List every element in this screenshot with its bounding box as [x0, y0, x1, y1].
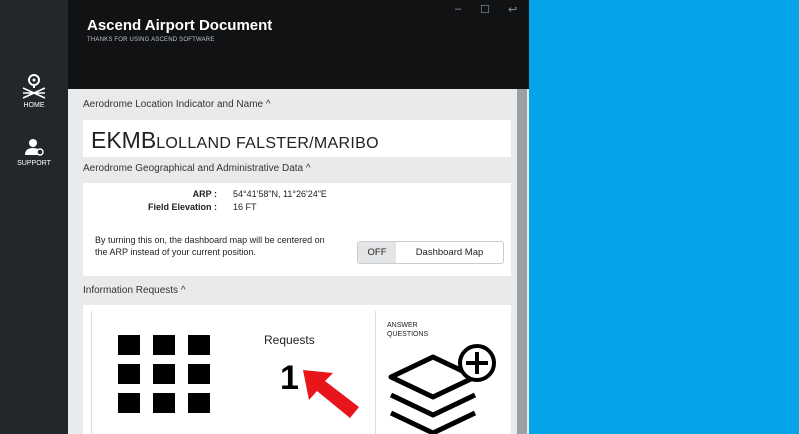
- requests-section-header[interactable]: Information Requests ^: [83, 285, 186, 296]
- requests-card: Requests 1 ANSWER QUESTIONS: [83, 305, 511, 434]
- location-card: EKMBLOLLAND FALSTER/MARIBO: [83, 120, 511, 157]
- dashboard-map-toggle[interactable]: OFF Dashboard Map: [357, 241, 504, 264]
- toggle-off-option[interactable]: OFF: [358, 242, 396, 263]
- grid-icon[interactable]: [118, 335, 210, 415]
- toggle-dashboard-map-option[interactable]: Dashboard Map: [396, 242, 503, 263]
- answer-label-line: ANSWER: [387, 322, 418, 329]
- geo-section-header[interactable]: Aerodrome Geographical and Administrativ…: [83, 163, 311, 174]
- arp-label: ARP :: [192, 189, 217, 199]
- sidebar: HOME SUPPORT: [0, 0, 68, 434]
- sidebar-item-support[interactable]: SUPPORT: [0, 137, 68, 167]
- field-elevation-value: 16 FT: [233, 202, 257, 212]
- add-layers-icon[interactable]: [387, 339, 497, 434]
- app-window: HOME SUPPORT – ☐ ↩ Ascend Airport Docume…: [0, 0, 529, 434]
- app-header: – ☐ ↩ Ascend Airport Document THANKS FOR…: [68, 0, 529, 89]
- divider: [375, 311, 376, 434]
- location-section-header[interactable]: Aerodrome Location Indicator and Name ^: [83, 99, 271, 110]
- sidebar-item-home[interactable]: HOME: [0, 73, 68, 109]
- home-icon: [22, 74, 46, 99]
- answer-questions-label: ANSWER QUESTIONS: [387, 321, 428, 339]
- arrow-icon: [303, 370, 359, 418]
- restore-button[interactable]: ↩: [508, 3, 517, 16]
- main-content: Aerodrome Location Indicator and Name ^ …: [68, 89, 529, 434]
- sidebar-item-label: HOME: [23, 102, 45, 109]
- support-icon: [25, 139, 44, 156]
- app-subtitle: THANKS FOR USING ASCEND SOFTWARE: [87, 37, 215, 43]
- requests-count[interactable]: 1: [280, 359, 299, 398]
- arp-value: 54°41'58"N, 11°26'24"E: [233, 189, 327, 199]
- requests-label: Requests: [264, 333, 315, 347]
- questions-label-line: QUESTIONS: [387, 331, 429, 338]
- aerodrome-name: LOLLAND FALSTER/MARIBO: [156, 135, 379, 152]
- minimize-button[interactable]: –: [455, 3, 461, 15]
- divider: [91, 311, 92, 434]
- geo-card: ARP : 54°41'58"N, 11°26'24"E Field Eleva…: [83, 183, 511, 276]
- sidebar-item-label: SUPPORT: [17, 160, 51, 167]
- app-title: Ascend Airport Document: [87, 17, 273, 34]
- maximize-button[interactable]: ☐: [480, 3, 490, 16]
- field-elevation-label: Field Elevation :: [147, 202, 217, 212]
- vertical-scrollbar[interactable]: [517, 89, 527, 434]
- icao-code: EKMB: [91, 127, 157, 153]
- dashboard-map-description: By turning this on, the dashboard map wi…: [95, 235, 325, 257]
- aerodrome-id: EKMBLOLLAND FALSTER/MARIBO: [91, 127, 379, 154]
